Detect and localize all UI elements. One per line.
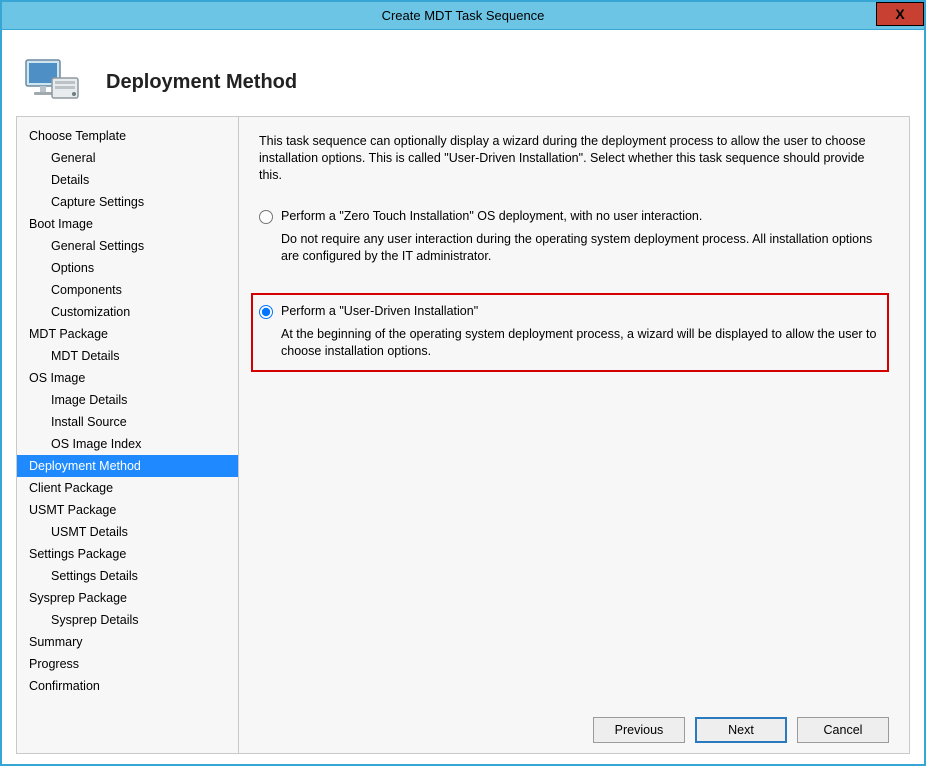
sidebar-item-progress[interactable]: Progress — [17, 653, 238, 675]
sidebar-item-client-package[interactable]: Client Package — [17, 477, 238, 499]
sidebar-item-settings-details[interactable]: Settings Details — [17, 565, 238, 587]
intro-text: This task sequence can optionally displa… — [259, 133, 889, 184]
sidebar-item-settings-package[interactable]: Settings Package — [17, 543, 238, 565]
sidebar-item-details[interactable]: Details — [17, 169, 238, 191]
button-row: Previous Next Cancel — [259, 703, 889, 743]
sidebar-item-image-details[interactable]: Image Details — [17, 389, 238, 411]
sidebar-item-capture-settings[interactable]: Capture Settings — [17, 191, 238, 213]
sidebar-item-general-settings[interactable]: General Settings — [17, 235, 238, 257]
header: Deployment Method — [16, 42, 910, 116]
highlight-box: Perform a "User-Driven Installation" At … — [251, 293, 889, 372]
option-udi-label: Perform a "User-Driven Installation" — [281, 303, 478, 320]
page-heading: Deployment Method — [106, 71, 297, 94]
computer-icon — [22, 56, 82, 108]
sidebar-item-deployment-method[interactable]: Deployment Method — [17, 455, 238, 477]
window-title: Create MDT Task Sequence — [382, 8, 545, 23]
sidebar-item-customization[interactable]: Customization — [17, 301, 238, 323]
sidebar-item-mdt-details[interactable]: MDT Details — [17, 345, 238, 367]
sidebar-item-sysprep-details[interactable]: Sysprep Details — [17, 609, 238, 631]
sidebar-item-options[interactable]: Options — [17, 257, 238, 279]
wizard-window: Create MDT Task Sequence X Deployment Me… — [0, 0, 926, 766]
sidebar-item-general[interactable]: General — [17, 147, 238, 169]
sidebar-item-install-source[interactable]: Install Source — [17, 411, 238, 433]
option-zero-touch-label: Perform a "Zero Touch Installation" OS d… — [281, 208, 702, 225]
sidebar-item-os-image[interactable]: OS Image — [17, 367, 238, 389]
close-button[interactable]: X — [876, 2, 924, 26]
sidebar-item-choose-template[interactable]: Choose Template — [17, 125, 238, 147]
previous-button[interactable]: Previous — [593, 717, 685, 743]
sidebar-item-boot-image[interactable]: Boot Image — [17, 213, 238, 235]
body: Deployment Method Choose TemplateGeneral… — [2, 30, 924, 764]
option-udi-row[interactable]: Perform a "User-Driven Installation" — [259, 303, 877, 320]
sidebar-item-os-image-index[interactable]: OS Image Index — [17, 433, 238, 455]
sidebar-nav: Choose TemplateGeneralDetailsCapture Set… — [17, 117, 239, 753]
sidebar-item-confirmation[interactable]: Confirmation — [17, 675, 238, 697]
option-zero-touch: Perform a "Zero Touch Installation" OS d… — [259, 208, 889, 265]
option-zero-touch-desc: Do not require any user interaction duri… — [281, 231, 889, 265]
sidebar-item-mdt-package[interactable]: MDT Package — [17, 323, 238, 345]
option-udi-desc: At the beginning of the operating system… — [281, 326, 877, 360]
titlebar: Create MDT Task Sequence X — [2, 2, 924, 30]
next-button[interactable]: Next — [695, 717, 787, 743]
sidebar-item-usmt-details[interactable]: USMT Details — [17, 521, 238, 543]
sidebar-item-summary[interactable]: Summary — [17, 631, 238, 653]
close-icon: X — [895, 6, 904, 22]
content-panel: This task sequence can optionally displa… — [239, 117, 909, 753]
sidebar-item-usmt-package[interactable]: USMT Package — [17, 499, 238, 521]
radio-zero-touch[interactable] — [259, 210, 273, 224]
sidebar-item-sysprep-package[interactable]: Sysprep Package — [17, 587, 238, 609]
main-panel: Choose TemplateGeneralDetailsCapture Set… — [16, 116, 910, 754]
cancel-button[interactable]: Cancel — [797, 717, 889, 743]
sidebar-item-components[interactable]: Components — [17, 279, 238, 301]
option-zero-touch-row[interactable]: Perform a "Zero Touch Installation" OS d… — [259, 208, 889, 225]
radio-user-driven[interactable] — [259, 305, 273, 319]
